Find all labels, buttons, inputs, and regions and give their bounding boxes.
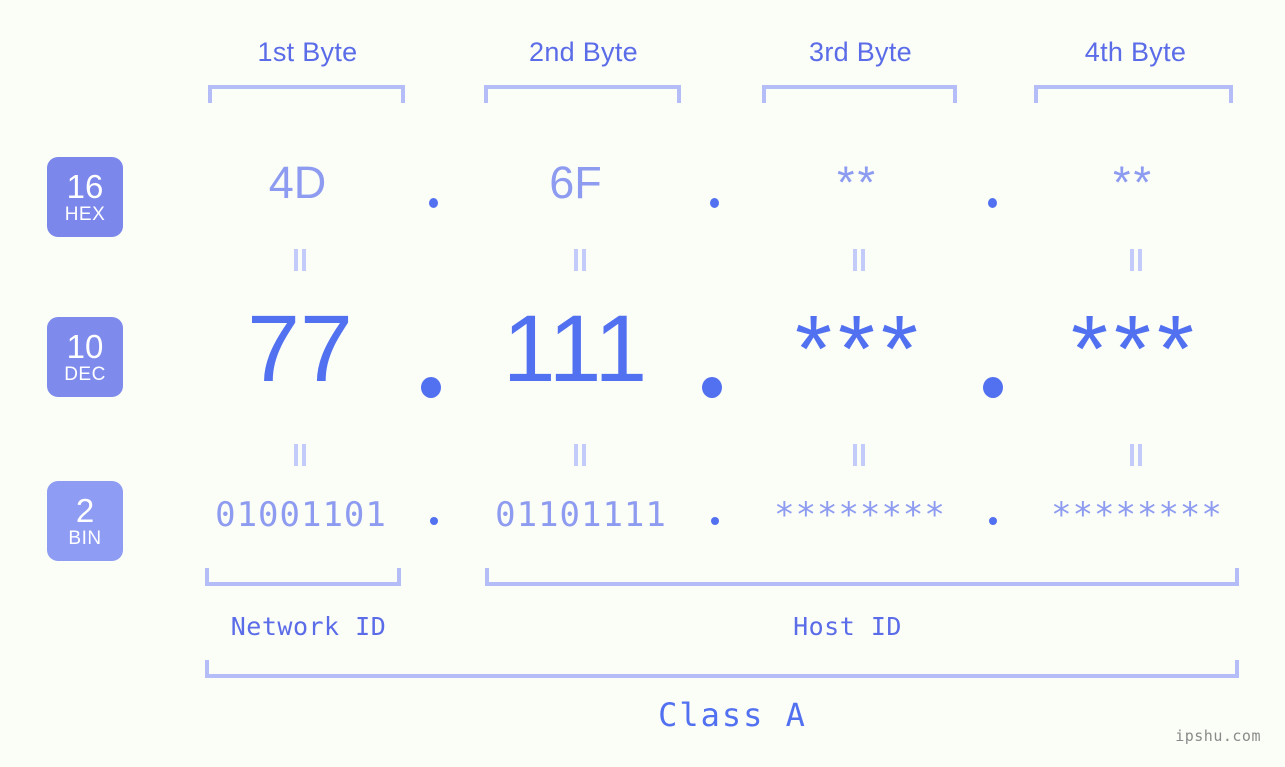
radix-badge-hex-number: 16 [66, 167, 104, 205]
byte-bracket-1 [208, 85, 405, 103]
equals-mark-dec-bin-3 [852, 444, 866, 466]
dec-octet-2: 111 [502, 296, 648, 402]
radix-badge-hex-label: HEX [64, 203, 106, 225]
bin-octet-1: 01001101 [215, 495, 387, 535]
radix-badge-hex: 16 HEX [47, 157, 123, 237]
dec-octet-1: 77 [247, 296, 353, 402]
byte-header-2: 2nd Byte [529, 37, 638, 67]
byte-bracket-3 [762, 85, 957, 103]
radix-badge-bin-label: BIN [68, 527, 102, 549]
bin-separator-dot-1 [430, 517, 438, 525]
byte-header-1: 1st Byte [257, 37, 358, 67]
bin-octet-4: ******** [1051, 495, 1223, 535]
network-id-label: Network ID [230, 612, 387, 641]
hex-separator-dot-2 [710, 198, 719, 208]
site-watermark: ipshu.com [1175, 727, 1261, 745]
dec-separator-dot-1 [421, 377, 441, 398]
host-id-bracket [485, 568, 1239, 586]
hex-separator-dot-3 [988, 198, 997, 208]
equals-mark-dec-bin-4 [1129, 444, 1143, 466]
dec-octet-3: *** [795, 296, 924, 402]
host-id-label: Host ID [793, 612, 902, 641]
byte-bracket-4 [1034, 85, 1233, 103]
equals-mark-hex-dec-3 [852, 249, 866, 271]
class-label: Class A [658, 696, 807, 734]
equals-mark-hex-dec-4 [1129, 249, 1143, 271]
class-bracket [205, 660, 1239, 678]
dec-separator-dot-3 [983, 377, 1003, 398]
radix-badge-bin: 2 BIN [47, 481, 123, 561]
equals-mark-hex-dec-2 [573, 249, 587, 271]
radix-badge-bin-number: 2 [75, 491, 95, 529]
byte-bracket-2 [484, 85, 681, 103]
hex-octet-1: 4D [268, 157, 327, 208]
hex-separator-dot-1 [429, 198, 438, 208]
bin-separator-dot-2 [711, 517, 719, 525]
hex-octet-2: 6F [549, 157, 602, 208]
dec-separator-dot-2 [702, 377, 722, 398]
radix-badge-dec-number: 10 [66, 327, 104, 365]
byte-header-4: 4th Byte [1084, 37, 1187, 67]
equals-mark-dec-bin-1 [293, 444, 307, 466]
network-id-bracket [205, 568, 401, 586]
equals-mark-hex-dec-1 [293, 249, 307, 271]
radix-badge-dec-label: DEC [64, 363, 106, 385]
dec-octet-4: *** [1071, 296, 1200, 402]
hex-octet-4: ** [1112, 157, 1155, 208]
bin-octet-3: ******** [774, 495, 946, 535]
bin-separator-dot-3 [989, 517, 997, 525]
ip-breakdown-diagram: 1st Byte 2nd Byte 3rd Byte 4th Byte 16 H… [0, 0, 1285, 767]
hex-octet-3: ** [836, 157, 879, 208]
bin-octet-2: 01101111 [495, 495, 667, 535]
equals-mark-dec-bin-2 [573, 444, 587, 466]
radix-badge-dec: 10 DEC [47, 317, 123, 397]
byte-header-3: 3rd Byte [809, 37, 912, 67]
